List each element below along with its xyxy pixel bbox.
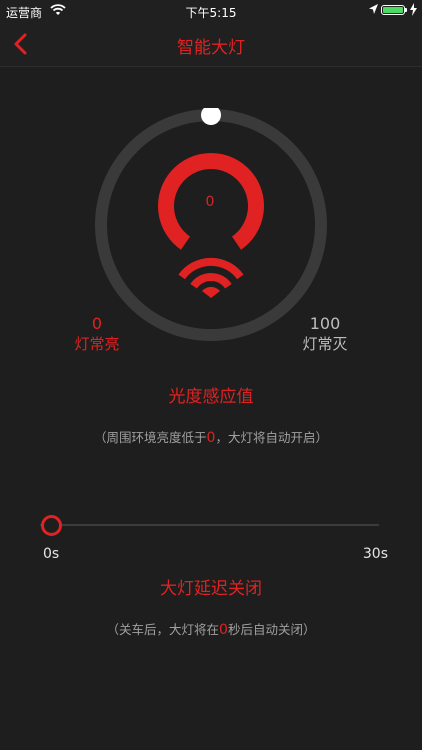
- range-max: 100 灯常灭: [290, 314, 360, 354]
- delay-hint-value: 0: [219, 622, 228, 638]
- range-min-label: 灯常亮: [74, 335, 120, 353]
- light-sensor-hint-prefix: （周围环境亮度低于: [94, 430, 207, 445]
- dial-knob: [201, 108, 221, 125]
- light-sensor-hint-suffix: ，大灯将自动开启）: [215, 430, 328, 445]
- delay-hint-prefix: （关车后，大灯将在: [106, 622, 220, 637]
- battery-icon: [381, 5, 405, 15]
- range-min-value: 0: [91, 314, 103, 333]
- range-max-label: 灯常灭: [302, 335, 348, 353]
- range-max-value: 100: [309, 314, 341, 333]
- navigation-bar: 智能大灯: [0, 22, 422, 67]
- battery-tip: [405, 8, 407, 12]
- delay-hint: （关车后，大灯将在0秒后自动关闭）: [0, 619, 422, 638]
- delay-min-label: 0s: [43, 546, 60, 562]
- delay-slider-thumb[interactable]: [41, 515, 62, 536]
- light-sensor-value: 0: [205, 194, 215, 210]
- delay-slider-track[interactable]: [40, 524, 379, 526]
- light-sensor-dial[interactable]: [94, 108, 328, 342]
- location-arrow-icon: [369, 4, 378, 14]
- delay-hint-suffix: 秒后自动关闭）: [227, 622, 316, 637]
- light-wave-dot: [202, 286, 220, 298]
- light-wave-inner: [190, 273, 232, 289]
- range-min: 0 灯常亮: [62, 314, 132, 354]
- delay-max-label: 30s: [362, 546, 388, 562]
- charging-bolt-icon: [410, 3, 417, 16]
- status-time: 下午5:15: [185, 6, 237, 20]
- page-title: 智能大灯: [177, 38, 245, 58]
- status-bar: 运营商 下午5:15: [0, 0, 422, 22]
- delay-title: 大灯延迟关闭: [160, 579, 262, 599]
- light-sensor-hint: （周围环境亮度低于0，大灯将自动开启）: [0, 427, 422, 446]
- dial-track: [95, 109, 327, 341]
- light-sensor-title: 光度感应值: [168, 387, 254, 407]
